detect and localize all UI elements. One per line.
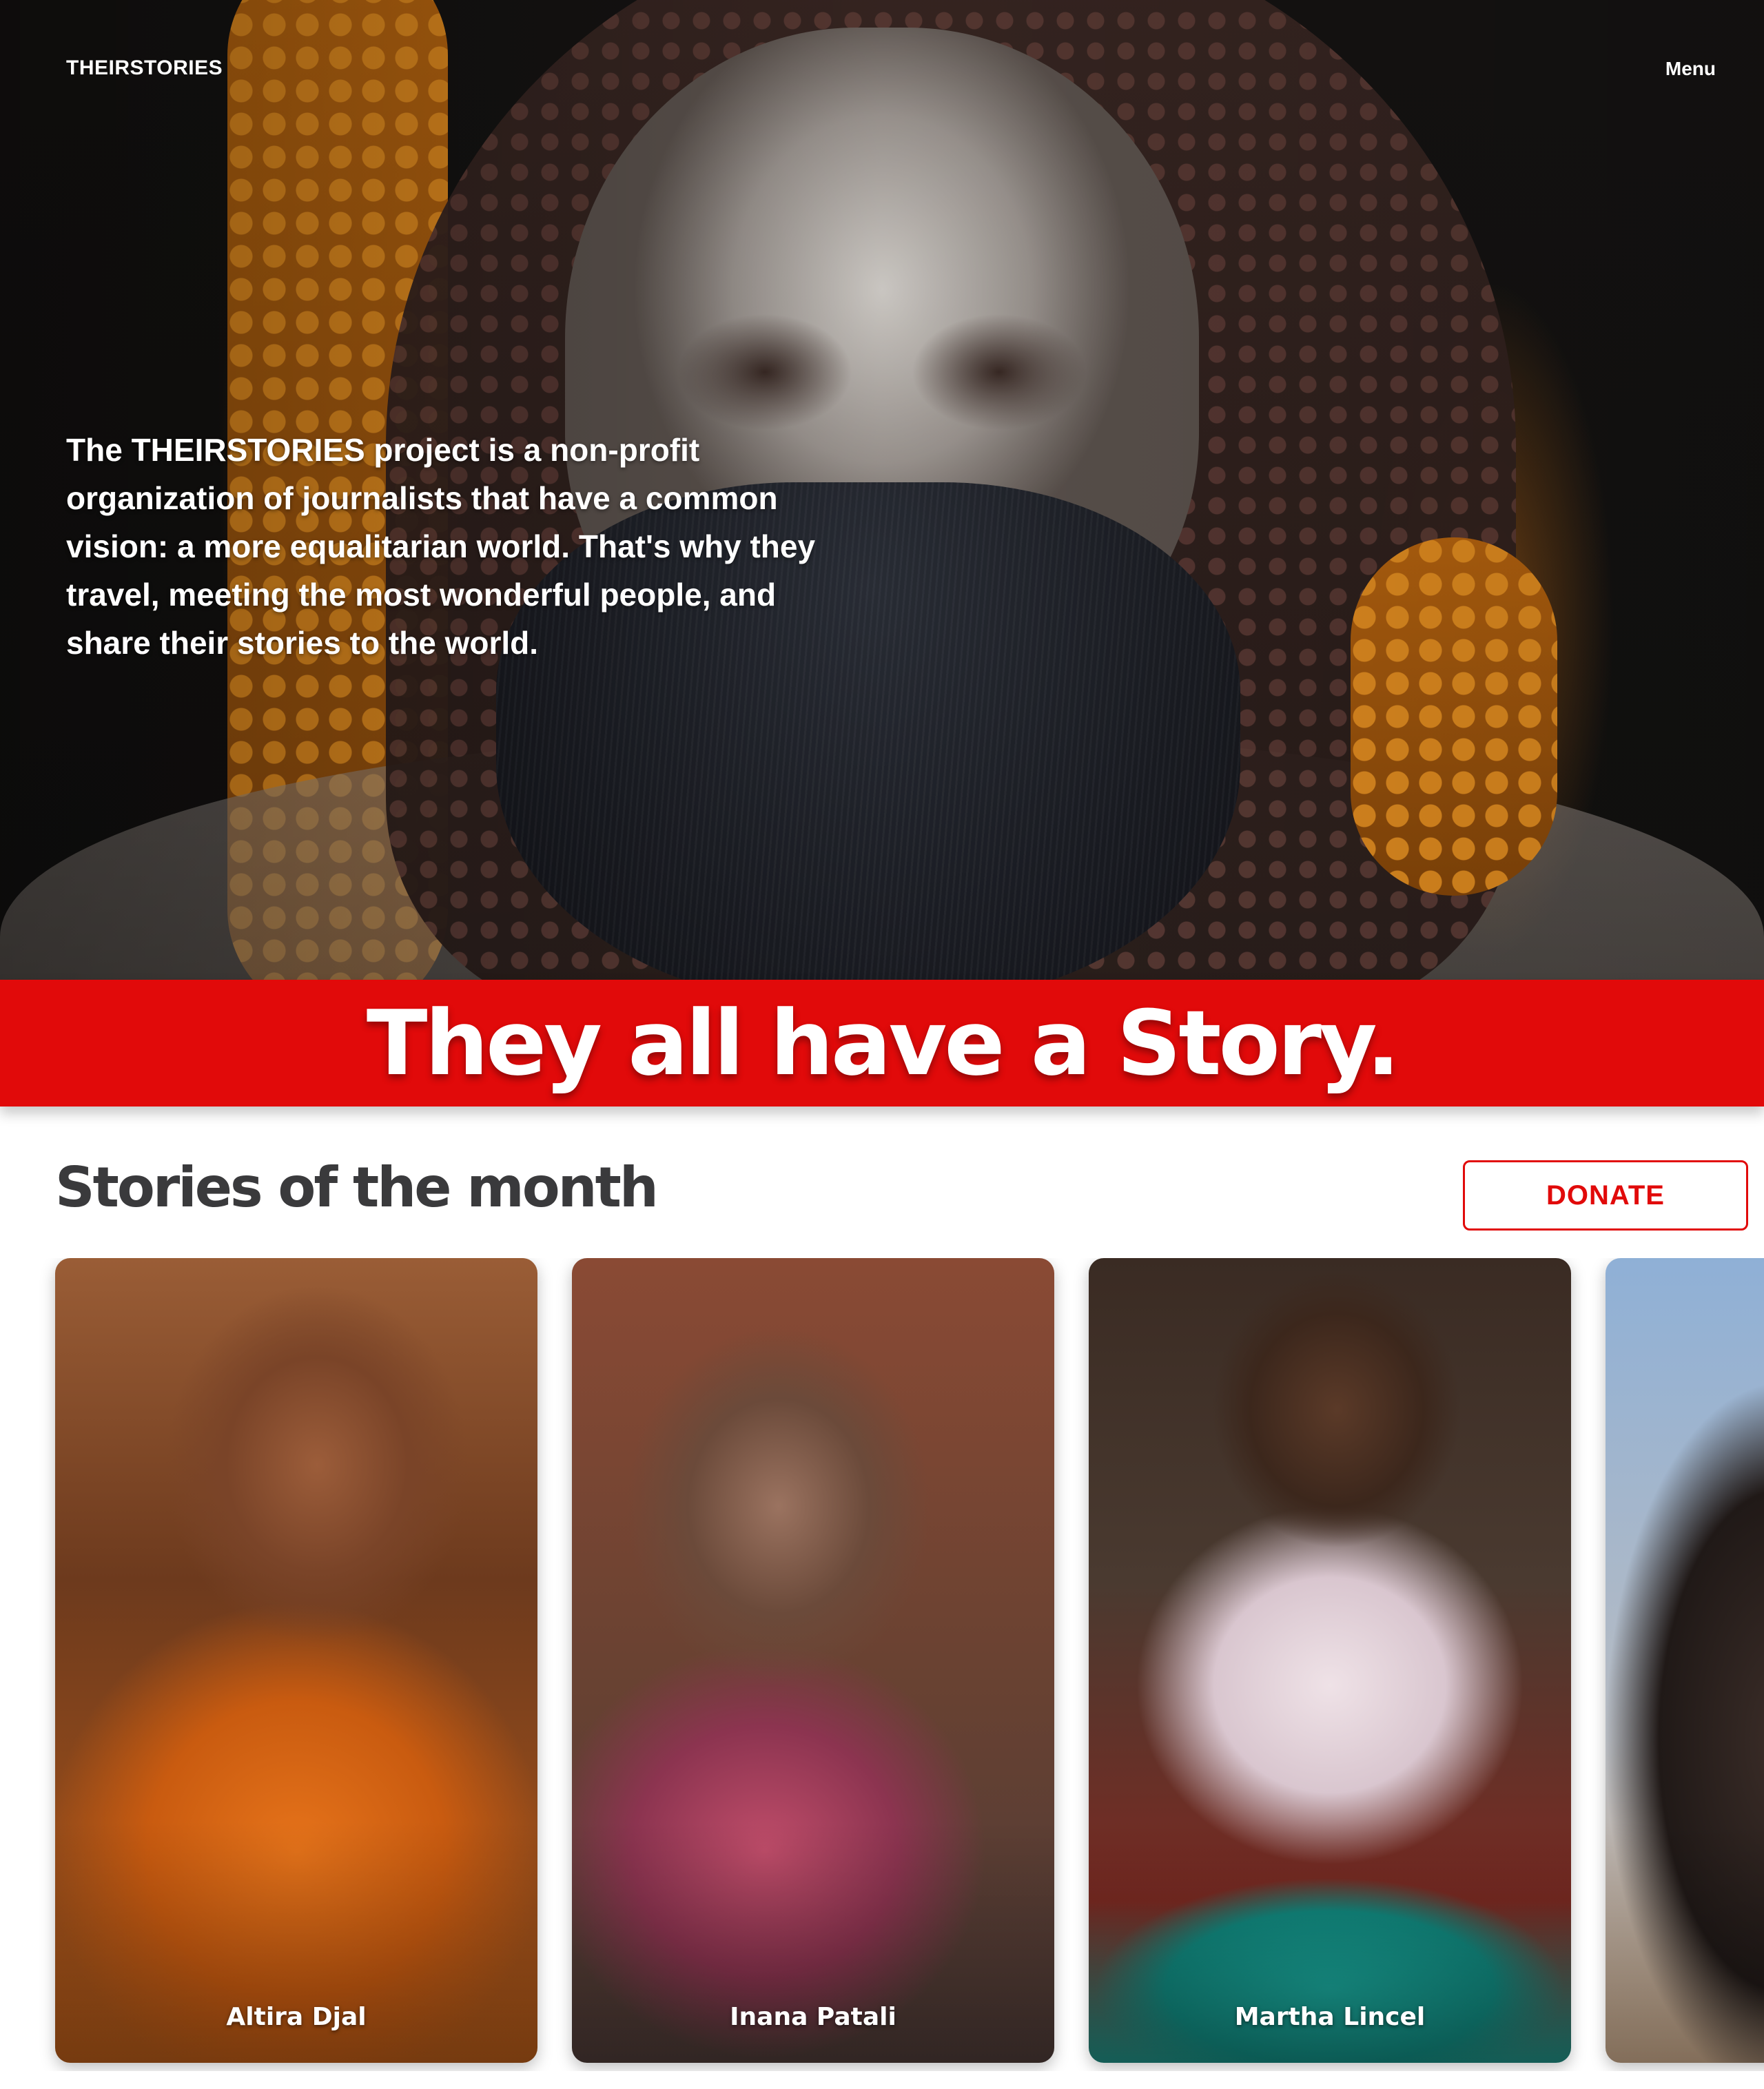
story-card-partial[interactable] [1606, 1258, 1764, 2063]
story-card-altira-djal[interactable]: Altira Djal [55, 1258, 537, 2063]
story-card-martha-lincel[interactable]: Martha Lincel [1089, 1258, 1571, 2063]
menu-button[interactable]: Menu [1665, 58, 1716, 80]
intro-prefix: The [66, 432, 132, 468]
brand-logo-link[interactable]: THEIRSTORIES [66, 56, 223, 80]
intro-brand: THEIRSTORIES [131, 432, 365, 468]
tagline-banner: They all have a Story. [0, 980, 1764, 1107]
story-card-inana-patali[interactable]: Inana Patali [572, 1258, 1054, 2063]
story-card-overlay [572, 1258, 1054, 2063]
stories-carousel[interactable]: Altira Djal Inana Patali Martha Lincel [0, 1258, 1764, 2071]
hero-section: THEIRSTORIES Menu The THEIRSTORIES proje… [0, 0, 1764, 980]
story-card-name: Inana Patali [730, 2003, 896, 2031]
story-card-name: Martha Lincel [1234, 2003, 1426, 2031]
tagline-text: They all have a Story. [366, 991, 1400, 1095]
story-card-overlay [1089, 1258, 1571, 2063]
hero-intro-text: The THEIRSTORIES project is a non-profit… [66, 426, 838, 667]
story-card-name: Altira Djal [226, 2003, 367, 2031]
stories-section-title: Stories of the month [55, 1155, 659, 1220]
donate-button[interactable]: DONATE [1463, 1160, 1748, 1231]
story-card-overlay [1606, 1258, 1764, 2063]
story-card-overlay [55, 1258, 537, 2063]
